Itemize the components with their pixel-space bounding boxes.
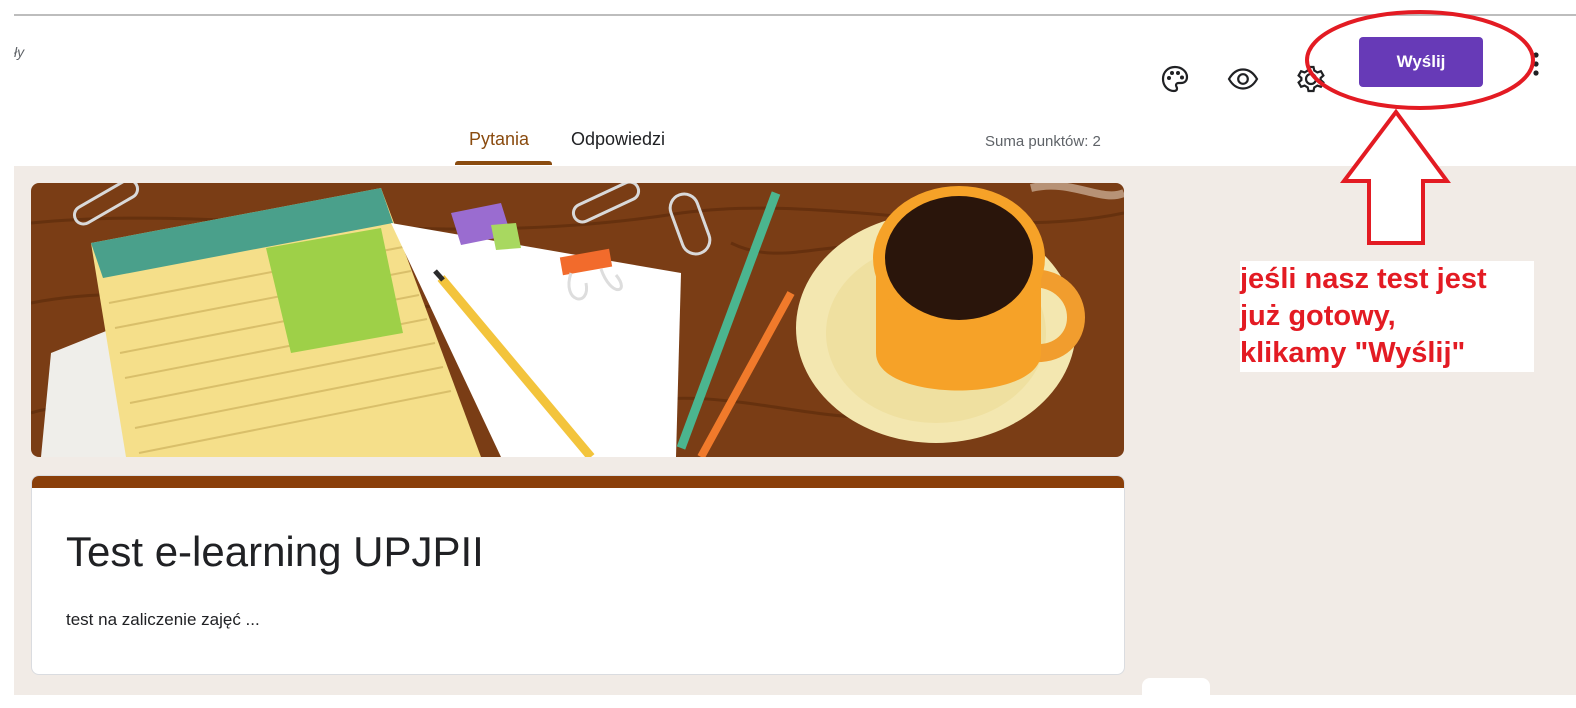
form-title[interactable]: Test e-learning UPJPII xyxy=(66,528,484,576)
annotation-line-3: klikamy "Wyślij" xyxy=(1240,337,1466,369)
title-fragment: ły xyxy=(14,44,25,60)
form-title-card[interactable]: Test e-learning UPJPII test na zaliczeni… xyxy=(31,475,1125,675)
gear-icon[interactable] xyxy=(1293,61,1329,97)
more-vert-icon[interactable] xyxy=(1532,51,1540,77)
browser-edge xyxy=(0,0,1576,16)
theme-color-bar xyxy=(32,476,1124,488)
app-header: ły Wyślij Pytania Odpowiedzi Suma punktó… xyxy=(14,16,1576,167)
floating-toolbar-top xyxy=(1142,678,1210,708)
active-tab-indicator xyxy=(455,161,552,165)
annotation-line-2: już gotowy, xyxy=(1240,300,1396,332)
eye-icon[interactable] xyxy=(1225,61,1261,97)
palette-icon[interactable] xyxy=(1157,61,1193,97)
total-points: Suma punktów: 2 xyxy=(985,133,1101,150)
send-button[interactable]: Wyślij xyxy=(1359,37,1483,87)
annotation-line-1: jeśli nasz test jest xyxy=(1240,263,1487,295)
tab-bar: Pytania Odpowiedzi Suma punktów: 2 xyxy=(14,121,1576,166)
left-edge xyxy=(0,14,14,695)
annotation-text: jeśli nasz test jest już gotowy, klikamy… xyxy=(1240,261,1534,372)
form-canvas: Test e-learning UPJPII test na zaliczeni… xyxy=(14,166,1576,708)
form-description[interactable]: test na zaliczenie zajęć ... xyxy=(66,610,260,630)
tab-responses[interactable]: Odpowiedzi xyxy=(571,129,665,150)
tab-questions[interactable]: Pytania xyxy=(469,129,529,150)
header-image xyxy=(31,183,1124,457)
